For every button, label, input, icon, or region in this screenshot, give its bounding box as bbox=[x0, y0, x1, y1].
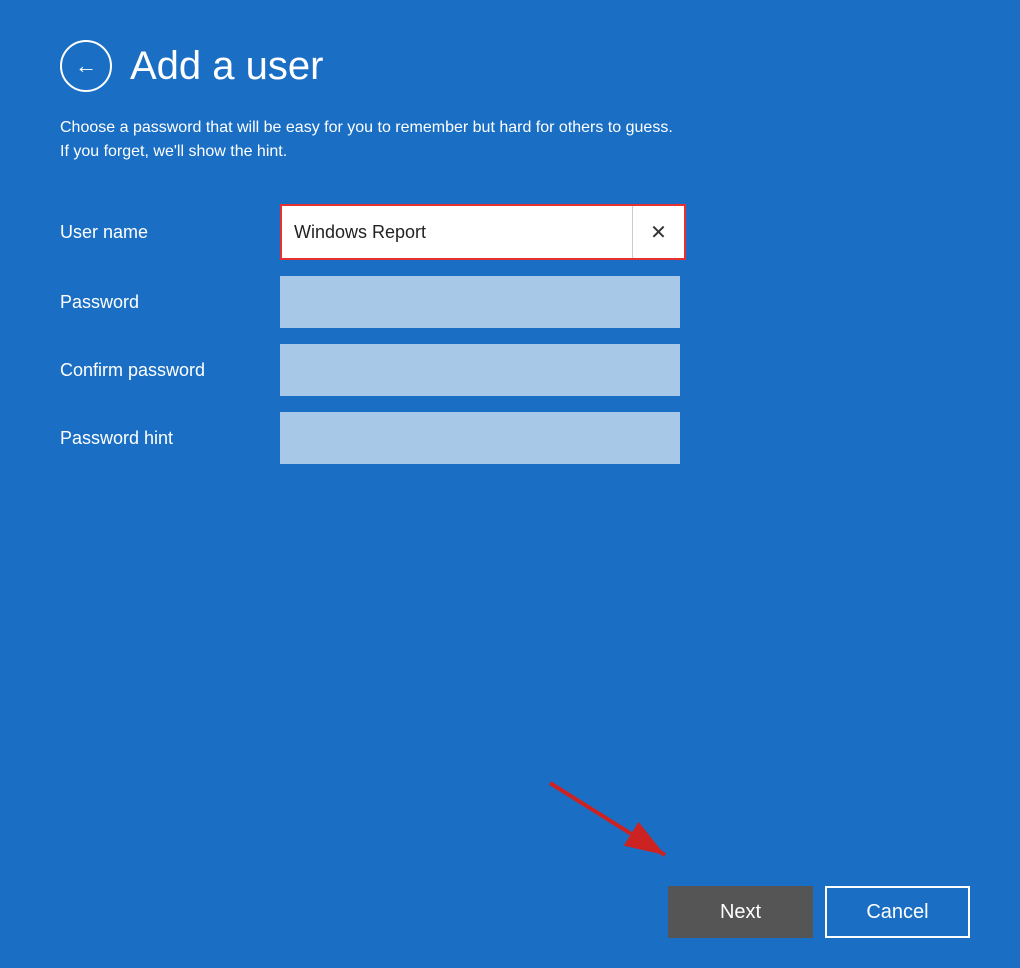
page-title: Add a user bbox=[130, 44, 323, 89]
password-row: Password bbox=[60, 276, 960, 328]
password-hint-row: Password hint bbox=[60, 412, 960, 464]
next-button[interactable]: Next bbox=[668, 886, 813, 938]
confirm-password-row: Confirm password bbox=[60, 344, 960, 396]
button-group: Next Cancel bbox=[668, 886, 970, 938]
clear-icon: ✕ bbox=[650, 220, 667, 245]
password-label: Password bbox=[60, 292, 280, 313]
form-area: User name ✕ Password Confirm password bbox=[60, 204, 960, 480]
password-input-wrapper bbox=[280, 276, 680, 328]
confirm-password-label: Confirm password bbox=[60, 360, 280, 381]
confirm-password-input[interactable] bbox=[280, 344, 680, 396]
header: ← Add a user bbox=[60, 40, 960, 92]
username-row: User name ✕ bbox=[60, 204, 960, 260]
page-container: ← Add a user Choose a password that will… bbox=[0, 0, 1020, 968]
clear-button[interactable]: ✕ bbox=[632, 206, 684, 258]
password-hint-input-wrapper bbox=[280, 412, 680, 464]
username-input-wrapper: ✕ bbox=[280, 204, 686, 260]
subtitle: Choose a password that will be easy for … bbox=[60, 116, 810, 164]
password-hint-label: Password hint bbox=[60, 428, 280, 449]
cancel-button[interactable]: Cancel bbox=[825, 886, 970, 938]
password-hint-input[interactable] bbox=[280, 412, 680, 464]
bottom-area: Next Cancel bbox=[0, 856, 1020, 968]
username-field-container: ✕ bbox=[280, 204, 686, 260]
username-input[interactable] bbox=[282, 206, 632, 258]
back-button[interactable]: ← bbox=[60, 40, 112, 92]
password-input[interactable] bbox=[280, 276, 680, 328]
confirm-password-input-wrapper bbox=[280, 344, 680, 396]
username-label: User name bbox=[60, 222, 280, 243]
back-arrow-icon: ← bbox=[75, 55, 97, 77]
